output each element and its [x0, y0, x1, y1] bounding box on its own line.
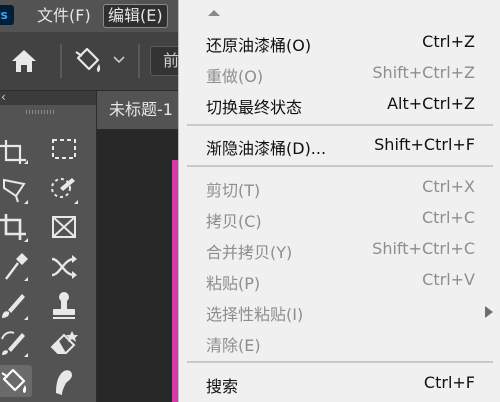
- clone-stamp-tool-icon[interactable]: [46, 290, 82, 322]
- menu-separator: [187, 124, 493, 126]
- frame-tool-icon[interactable]: [46, 212, 82, 244]
- menu-item-label: 还原油漆桶(O): [206, 36, 312, 55]
- menu-item-copy-merged[interactable]: 合并拷贝(Y) Shift+Ctrl+C: [179, 235, 500, 265]
- crop-tool-icon[interactable]: [0, 212, 32, 244]
- options-divider: [138, 44, 140, 78]
- menu-item-label: 合并拷贝(Y): [206, 243, 293, 262]
- chevron-down-icon[interactable]: [112, 52, 126, 66]
- panel-collapse-icon[interactable]: ‹: [0, 91, 96, 105]
- home-icon[interactable]: [10, 48, 38, 74]
- menu-item-shortcut: Shift+Ctrl+F: [374, 135, 475, 154]
- menu-item-toggle-last-state[interactable]: 切换最终状态 Alt+Ctrl+Z: [179, 90, 500, 120]
- menu-item-copy[interactable]: 拷贝(C) Ctrl+C: [179, 204, 500, 234]
- eraser-tool-icon[interactable]: [46, 327, 82, 359]
- menu-item-paste[interactable]: 粘贴(P) Ctrl+V: [179, 266, 500, 296]
- paint-bucket-preset-icon[interactable]: [72, 46, 104, 76]
- menu-separator: [187, 361, 493, 363]
- menu-item-label: 剪切(T): [206, 181, 261, 200]
- menu-item-undo[interactable]: 还原油漆桶(O) Ctrl+Z: [179, 28, 500, 58]
- polygonal-lasso-tool-icon[interactable]: [0, 174, 32, 206]
- panel-grip[interactable]: [26, 110, 54, 114]
- menu-item-label: 清除(E): [206, 336, 261, 355]
- eyedropper-tool-icon[interactable]: [0, 251, 32, 283]
- menu-item-search[interactable]: 搜索 Ctrl+F: [179, 369, 500, 399]
- menu-file[interactable]: 文件(F): [33, 4, 95, 28]
- menu-item-fade[interactable]: 渐隐油漆桶(D)... Shift+Ctrl+F: [179, 131, 500, 161]
- menu-item-shortcut: Shift+Ctrl+C: [372, 239, 475, 258]
- tools-panel: ‹: [0, 91, 96, 402]
- menu-item-label: 重做(O): [206, 67, 264, 86]
- menu-item-label: 搜索: [206, 377, 239, 396]
- menu-item-cut[interactable]: 剪切(T) Ctrl+X: [179, 173, 500, 203]
- menu-item-shortcut: Ctrl+V: [422, 270, 475, 289]
- options-divider: [60, 44, 62, 78]
- quick-selection-tool-icon[interactable]: [46, 174, 82, 206]
- menu-item-shortcut: Ctrl+F: [423, 373, 475, 392]
- menu-item-shortcut: Ctrl+C: [421, 208, 475, 227]
- history-brush-tool-icon[interactable]: [0, 327, 32, 359]
- photoshop-window: Ps 文件(F) 编辑(E) 前 ‹: [0, 0, 500, 402]
- content-aware-move-tool-icon[interactable]: [46, 251, 82, 283]
- scroll-up-arrow-icon[interactable]: [207, 9, 221, 17]
- menu-item-label: 渐隐油漆桶(D)...: [206, 139, 327, 158]
- menu-item-redo[interactable]: 重做(O) Shift+Ctrl+Z: [179, 59, 500, 89]
- paint-bucket-tool-icon[interactable]: [0, 365, 32, 397]
- menu-item-shortcut: Ctrl+Z: [422, 32, 475, 51]
- menu-item-shortcut: Shift+Ctrl+Z: [372, 63, 475, 82]
- menu-edit[interactable]: 编辑(E): [103, 4, 168, 28]
- submenu-arrow-icon: [485, 306, 493, 318]
- menu-separator: [187, 165, 493, 167]
- menu-item-label: 选择性粘贴(I): [206, 305, 304, 324]
- menu-item-label: 粘贴(P): [206, 274, 261, 293]
- menu-item-label: 拷贝(C): [206, 212, 262, 231]
- edit-menu-dropdown: 还原油漆桶(O) Ctrl+Z 重做(O) Shift+Ctrl+Z 切换最终状…: [178, 0, 500, 402]
- menu-item-clear[interactable]: 清除(E): [179, 328, 500, 358]
- menu-item-paste-special[interactable]: 选择性粘贴(I): [179, 297, 500, 327]
- menu-item-shortcut: Ctrl+X: [422, 177, 475, 196]
- menu-item-label: 切换最终状态: [206, 98, 303, 117]
- menu-item-shortcut: Alt+Ctrl+Z: [387, 94, 475, 113]
- brush-tool-icon[interactable]: [0, 290, 32, 322]
- rect-marquee-tool-icon[interactable]: [46, 134, 82, 166]
- photoshop-logo: Ps: [0, 5, 14, 25]
- smudge-tool-icon[interactable]: [46, 365, 82, 397]
- artboard-tool-icon[interactable]: [0, 134, 32, 166]
- document-tab[interactable]: 未标题-1: [97, 91, 187, 129]
